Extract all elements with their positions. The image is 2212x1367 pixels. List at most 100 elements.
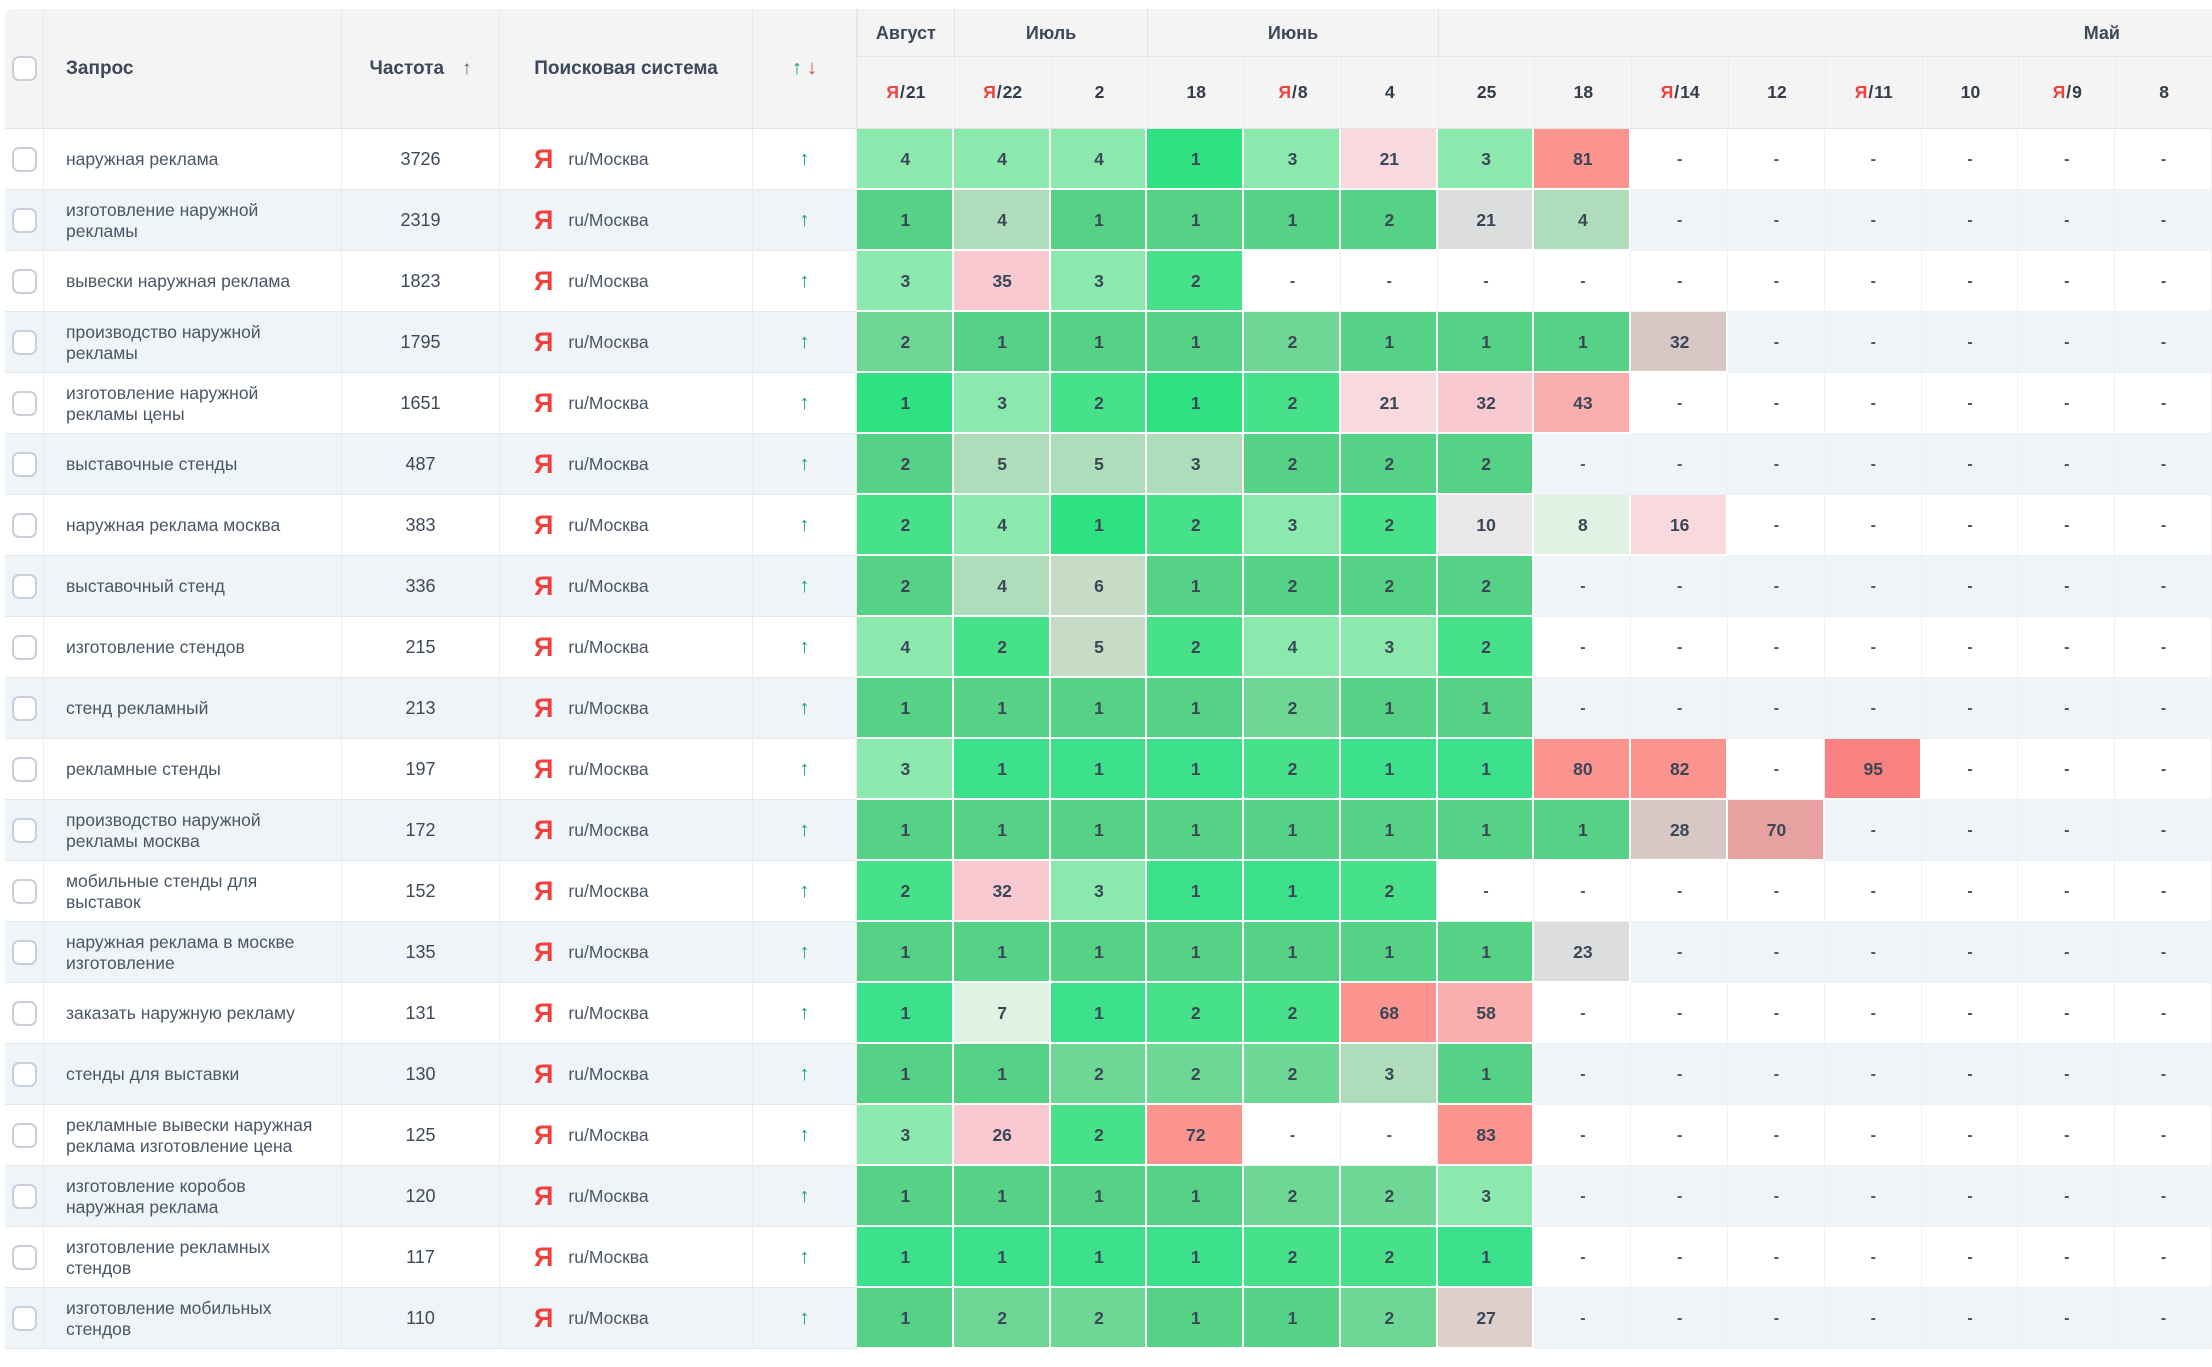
column-header-frequency[interactable]: Частота ↑ [342, 9, 500, 128]
position-value: - [1580, 578, 1585, 596]
date-column-header[interactable]: 18 [1147, 57, 1244, 128]
position-value: 80 [1573, 759, 1592, 780]
position-cell: 2 [1147, 495, 1244, 556]
row-checkbox[interactable] [12, 1184, 37, 1209]
month-label: Август [876, 23, 936, 44]
position-value: 1 [901, 393, 911, 414]
date-column-header[interactable]: 8 [2115, 57, 2212, 128]
date-column-header[interactable]: 25 [1438, 57, 1535, 128]
date-column-header[interactable]: Я/21 [857, 57, 954, 128]
position-cell: - [2018, 617, 2115, 678]
row-checkbox[interactable] [12, 1123, 37, 1148]
date-column-header[interactable]: 12 [1728, 57, 1825, 128]
position-cell: 1 [857, 1227, 954, 1288]
position-cell: - [1534, 983, 1631, 1044]
position-cell: 3 [1341, 617, 1438, 678]
trend-up-icon: ↑ [800, 1063, 810, 1086]
frequency-value: 172 [405, 820, 435, 841]
row-checkbox[interactable] [12, 574, 37, 599]
date-column-header[interactable]: 2 [1051, 57, 1148, 128]
position-cell: 1 [1244, 190, 1341, 251]
month-label: Май [2084, 23, 2120, 44]
sort-asc-icon: ↑ [462, 58, 472, 80]
row-checkbox[interactable] [12, 757, 37, 782]
row-checkbox[interactable] [12, 147, 37, 172]
row-checkbox[interactable] [12, 391, 37, 416]
position-cell: 1 [1438, 1227, 1535, 1288]
date-column-header[interactable]: Я/22 [954, 57, 1051, 128]
date-column-header[interactable]: Я/9 [2018, 57, 2115, 128]
row-checkbox[interactable] [12, 818, 37, 843]
row-checkbox[interactable] [12, 330, 37, 355]
table-row: наружная реклама москва383Яru/Москва↑241… [5, 495, 2212, 556]
position-cell: - [1728, 434, 1825, 495]
row-checkbox[interactable] [12, 940, 37, 965]
position-value: 2 [1384, 1186, 1394, 1207]
row-checkbox[interactable] [12, 696, 37, 721]
position-cell: 2 [954, 617, 1051, 678]
position-value: - [2161, 1310, 2166, 1328]
column-header-engine[interactable]: Поисковая система [500, 9, 753, 128]
position-value: - [2161, 944, 2166, 962]
position-cell: - [1728, 556, 1825, 617]
row-checkbox[interactable] [12, 1001, 37, 1026]
position-cell: 2 [1051, 1044, 1148, 1105]
position-value: 2 [1384, 881, 1394, 902]
position-value: 2 [1384, 515, 1394, 536]
yandex-icon: Я [534, 146, 553, 173]
query-text: изготовление стендов [66, 637, 245, 658]
query-cell: изготовление наружной рекламы цены [44, 373, 342, 434]
position-value: - [2064, 1249, 2069, 1267]
row-checkbox[interactable] [12, 1306, 37, 1331]
position-cell: 1 [1147, 373, 1244, 434]
position-cell: - [2018, 739, 2115, 800]
select-all-checkbox[interactable] [12, 56, 37, 81]
column-header-dynamics[interactable]: ↑ ↓ [753, 9, 857, 128]
frequency-value: 197 [405, 759, 435, 780]
position-cell: - [1534, 861, 1631, 922]
row-checkbox[interactable] [12, 452, 37, 477]
position-value: - [1580, 1249, 1585, 1267]
date-column-header[interactable]: Я/14 [1631, 57, 1728, 128]
position-cell: - [1728, 1105, 1825, 1166]
position-value: - [1774, 1127, 1779, 1145]
row-checkbox-cell [5, 1105, 44, 1166]
trend-up-icon: ↑ [800, 1246, 810, 1269]
position-cell: - [1534, 678, 1631, 739]
position-value: - [1967, 1005, 1972, 1023]
row-checkbox[interactable] [12, 269, 37, 294]
trend-up-icon: ↑ [800, 1185, 810, 1208]
position-value: - [2161, 1066, 2166, 1084]
position-value: - [1677, 578, 1682, 596]
date-column-header[interactable]: 18 [1534, 57, 1631, 128]
date-column-header[interactable]: 4 [1341, 57, 1438, 128]
row-checkbox[interactable] [12, 1062, 37, 1087]
position-value: 1 [901, 698, 911, 719]
position-value: - [2064, 822, 2069, 840]
position-cell: - [2115, 922, 2212, 983]
position-value: - [1774, 456, 1779, 474]
row-checkbox[interactable] [12, 513, 37, 538]
date-column-header[interactable]: Я/11 [1825, 57, 1922, 128]
column-header-query[interactable]: Запрос [44, 9, 342, 128]
row-checkbox[interactable] [12, 635, 37, 660]
position-value: 3 [1094, 881, 1104, 902]
engine-cell: Яru/Москва [500, 739, 753, 800]
yandex-icon: Я [534, 512, 553, 539]
engine-region-label: ru/Москва [568, 820, 648, 841]
position-value: 2 [1288, 332, 1298, 353]
position-value: - [1967, 395, 1972, 413]
row-checkbox[interactable] [12, 208, 37, 233]
position-value: 1 [1191, 759, 1201, 780]
date-column-header[interactable]: Я/8 [1244, 57, 1341, 128]
position-value: - [1871, 1249, 1876, 1267]
position-cell: - [1825, 1044, 1922, 1105]
date-column-header[interactable]: 10 [1922, 57, 2019, 128]
engine-region-label: ru/Москва [568, 1064, 648, 1085]
date-label: 8 [1298, 82, 1308, 103]
position-value: 2 [1384, 1308, 1394, 1329]
row-checkbox[interactable] [12, 1245, 37, 1270]
row-checkbox[interactable] [12, 879, 37, 904]
position-value: 1 [1094, 210, 1104, 231]
dynamics-cell: ↑ [753, 861, 857, 922]
